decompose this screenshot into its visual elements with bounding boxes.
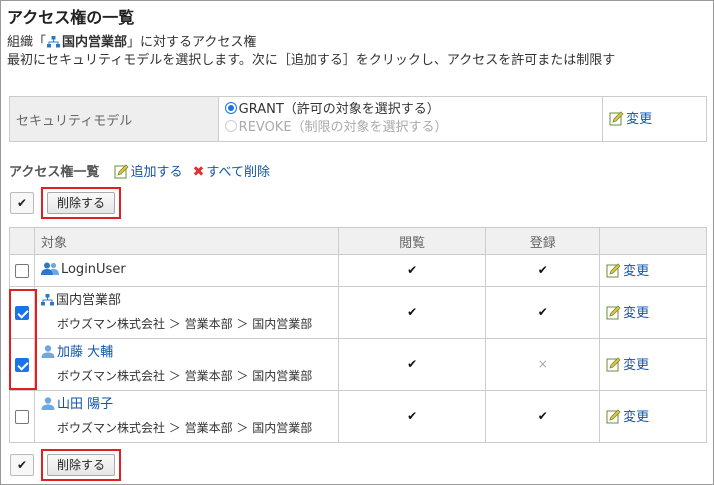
target-name[interactable]: 加藤 大輔 [57,345,113,360]
delete-x-icon: ✖ [192,164,205,180]
revoke-radio [224,120,237,132]
grant-label: GRANT（許可の対象を選択する） [238,102,440,117]
security-edit-link[interactable]: 変更 [609,111,652,130]
grant-radio[interactable] [224,102,237,114]
delete-highlight: 削除する [41,449,121,481]
target-path: ボウズマン株式会社 ＞ 営業本部 ＞ 国内営業部 [56,421,313,435]
row-edit-link[interactable]: 変更 [606,356,649,376]
header-view: 閲覧 [337,227,487,255]
add-icon [114,164,129,183]
grant-option[interactable]: GRANT（許可の対象を選択する） [224,101,602,119]
register-mark: ✔ [537,263,548,277]
target-name: 国内営業部 [55,293,121,308]
view-mark: ✔ [407,409,418,423]
table-row: 山田 陽子 ボウズマン株式会社 ＞ 営業本部 ＞ 国内営業部 ✔ ✔ 変更 [9,390,707,443]
revoke-option: REVOKE（制限の対象を選択する） [224,119,602,137]
delete-button[interactable]: 削除する [47,454,115,476]
register-mark: × [537,357,548,371]
user-icon [41,345,55,364]
target-path: ボウズマン株式会社 ＞ 営業本部 ＞ 国内営業部 [56,317,313,331]
view-mark: ✔ [407,357,418,371]
table-row: LoginUser ✔ ✔ 変更 [9,254,707,287]
subline-suffix: 」に対するアクセス権 [127,35,257,50]
security-edit-cell: 変更 [602,96,707,142]
delete-button[interactable]: 削除する [47,192,115,214]
row-edit-link[interactable]: 変更 [606,304,649,324]
header-target: 対象 [33,227,339,255]
access-list-panel: アクセス権の一覧 組織「 国内営業部」に対するアクセス権 最初にセキュリティモデル… [0,0,714,485]
row-checkbox[interactable] [14,409,29,424]
table-row: 国内営業部 ボウズマン株式会社 ＞ 営業本部 ＞ 国内営業部 ✔ ✔ 変更 [9,286,707,339]
page-title: アクセス権の一覧 [7,8,135,27]
table-row: 加藤 大輔 ボウズマン株式会社 ＞ 営業本部 ＞ 国内営業部 ✔ × 変更 [9,338,707,391]
register-mark: ✔ [537,409,548,423]
check-all-button[interactable]: ✔ [10,192,34,214]
target-path: ボウズマン株式会社 ＞ 営業本部 ＞ 国内営業部 [56,369,313,383]
header-edit-col [599,227,707,255]
edit-icon [606,262,621,282]
row-checkbox[interactable] [14,263,29,278]
edit-icon [606,408,621,428]
view-mark: ✔ [407,305,418,319]
org-icon [40,294,54,312]
table-header-row: 対象 閲覧 登録 [9,227,707,255]
delete-highlight: 削除する [41,187,121,219]
user-group-icon [40,262,59,281]
security-model-label: セキュリティモデル [9,96,219,142]
security-model-options: GRANT（許可の対象を選択する） REVOKE（制限の対象を選択する） [217,96,604,142]
row-edit-link[interactable]: 変更 [606,408,649,428]
row-checkbox[interactable] [14,357,29,372]
access-list-header: アクセス権一覧 追加する ✖ すべて削除 [9,161,270,183]
edit-icon [606,356,621,376]
user-icon [41,397,55,416]
edit-icon [606,304,621,324]
register-mark: ✔ [537,305,548,319]
subline-prefix: 組織「 [7,35,47,50]
delete-all-link[interactable]: ✖ すべて削除 [192,164,270,180]
intro-text: 最初にセキュリティモデルを選択します。次に［追加する］をクリックし、アクセスを許… [7,53,616,68]
row-checkbox[interactable] [14,305,29,320]
access-list-heading: アクセス権一覧 [9,165,100,180]
edit-icon [609,111,624,130]
row-edit-link[interactable]: 変更 [606,262,649,282]
check-all-button[interactable]: ✔ [10,454,34,476]
org-name: 国内営業部 [62,35,128,50]
header-checkbox-col [9,227,35,255]
target-name: LoginUser [60,261,126,277]
access-table: 対象 閲覧 登録 LoginUser ✔ ✔ 変更 国内営業部 ボウズマン株式会… [9,227,707,443]
header-register: 登録 [485,227,601,255]
revoke-label: REVOKE（制限の対象を選択する） [238,120,448,135]
target-name[interactable]: 山田 陽子 [57,397,113,412]
view-mark: ✔ [407,263,418,277]
add-link[interactable]: 追加する [114,164,183,183]
security-model-table: セキュリティモデル GRANT（許可の対象を選択する） REVOKE（制限の対象… [9,96,707,142]
